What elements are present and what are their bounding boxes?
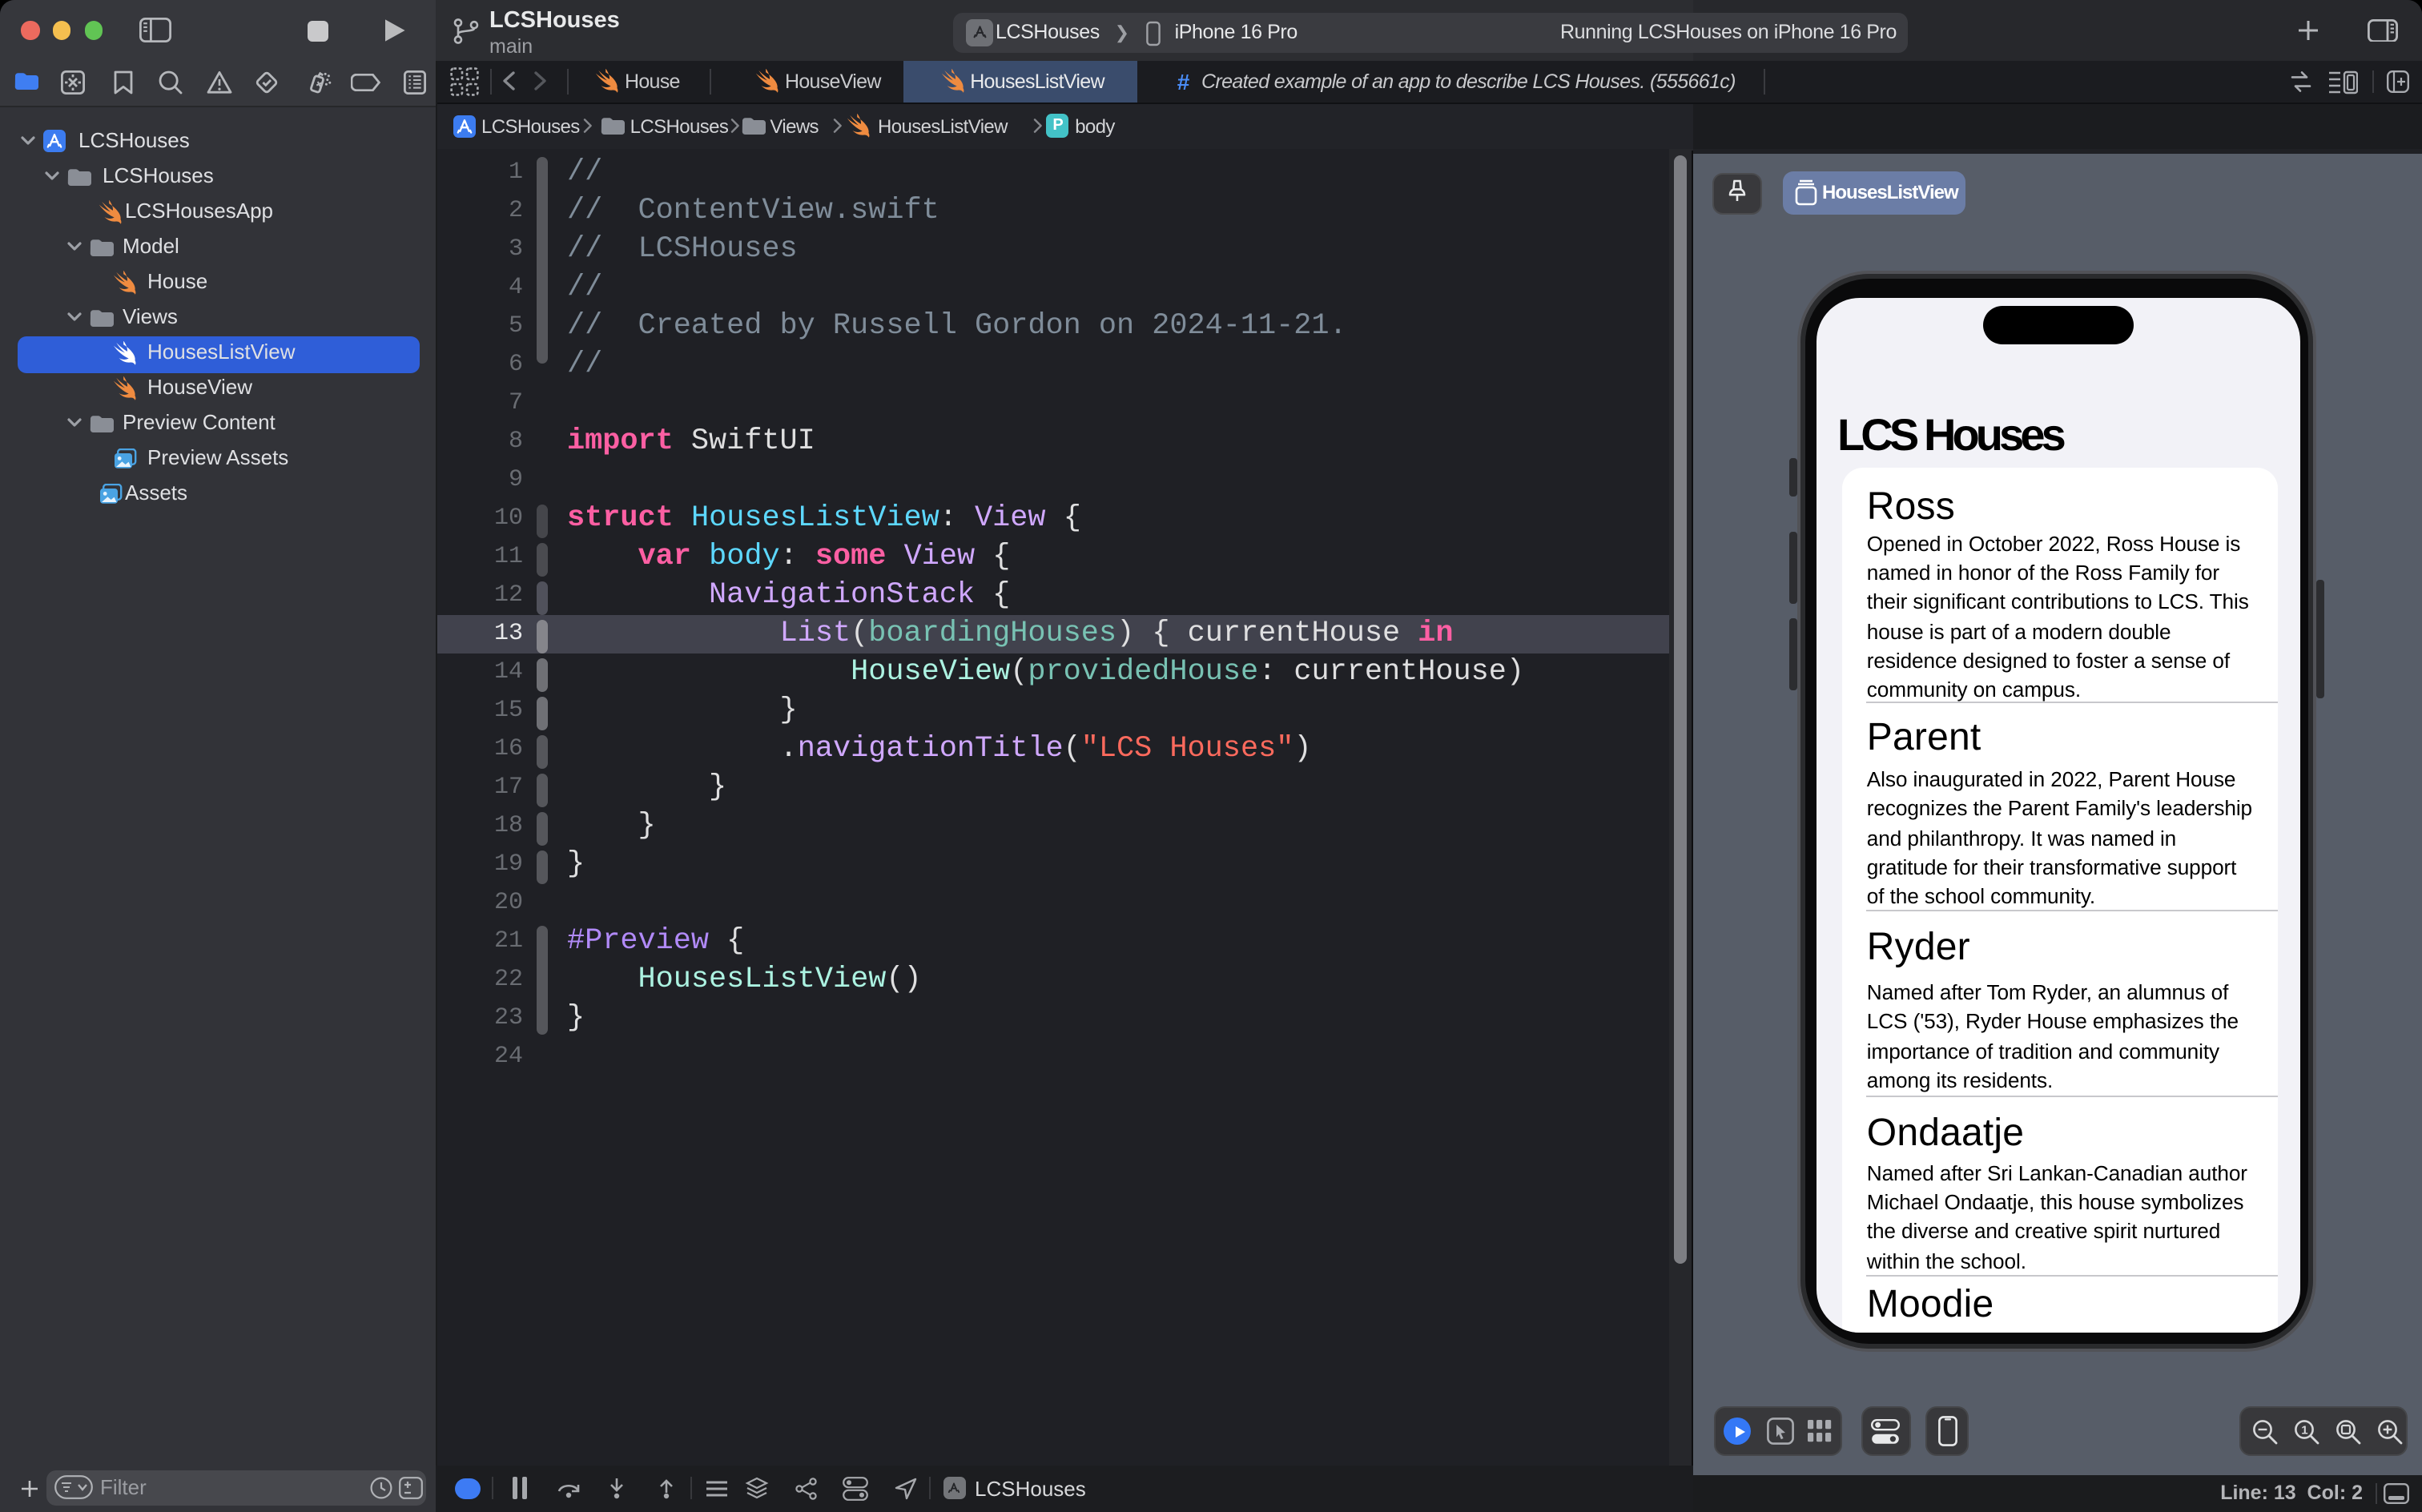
svg-text:1: 1 (2301, 1423, 2307, 1437)
